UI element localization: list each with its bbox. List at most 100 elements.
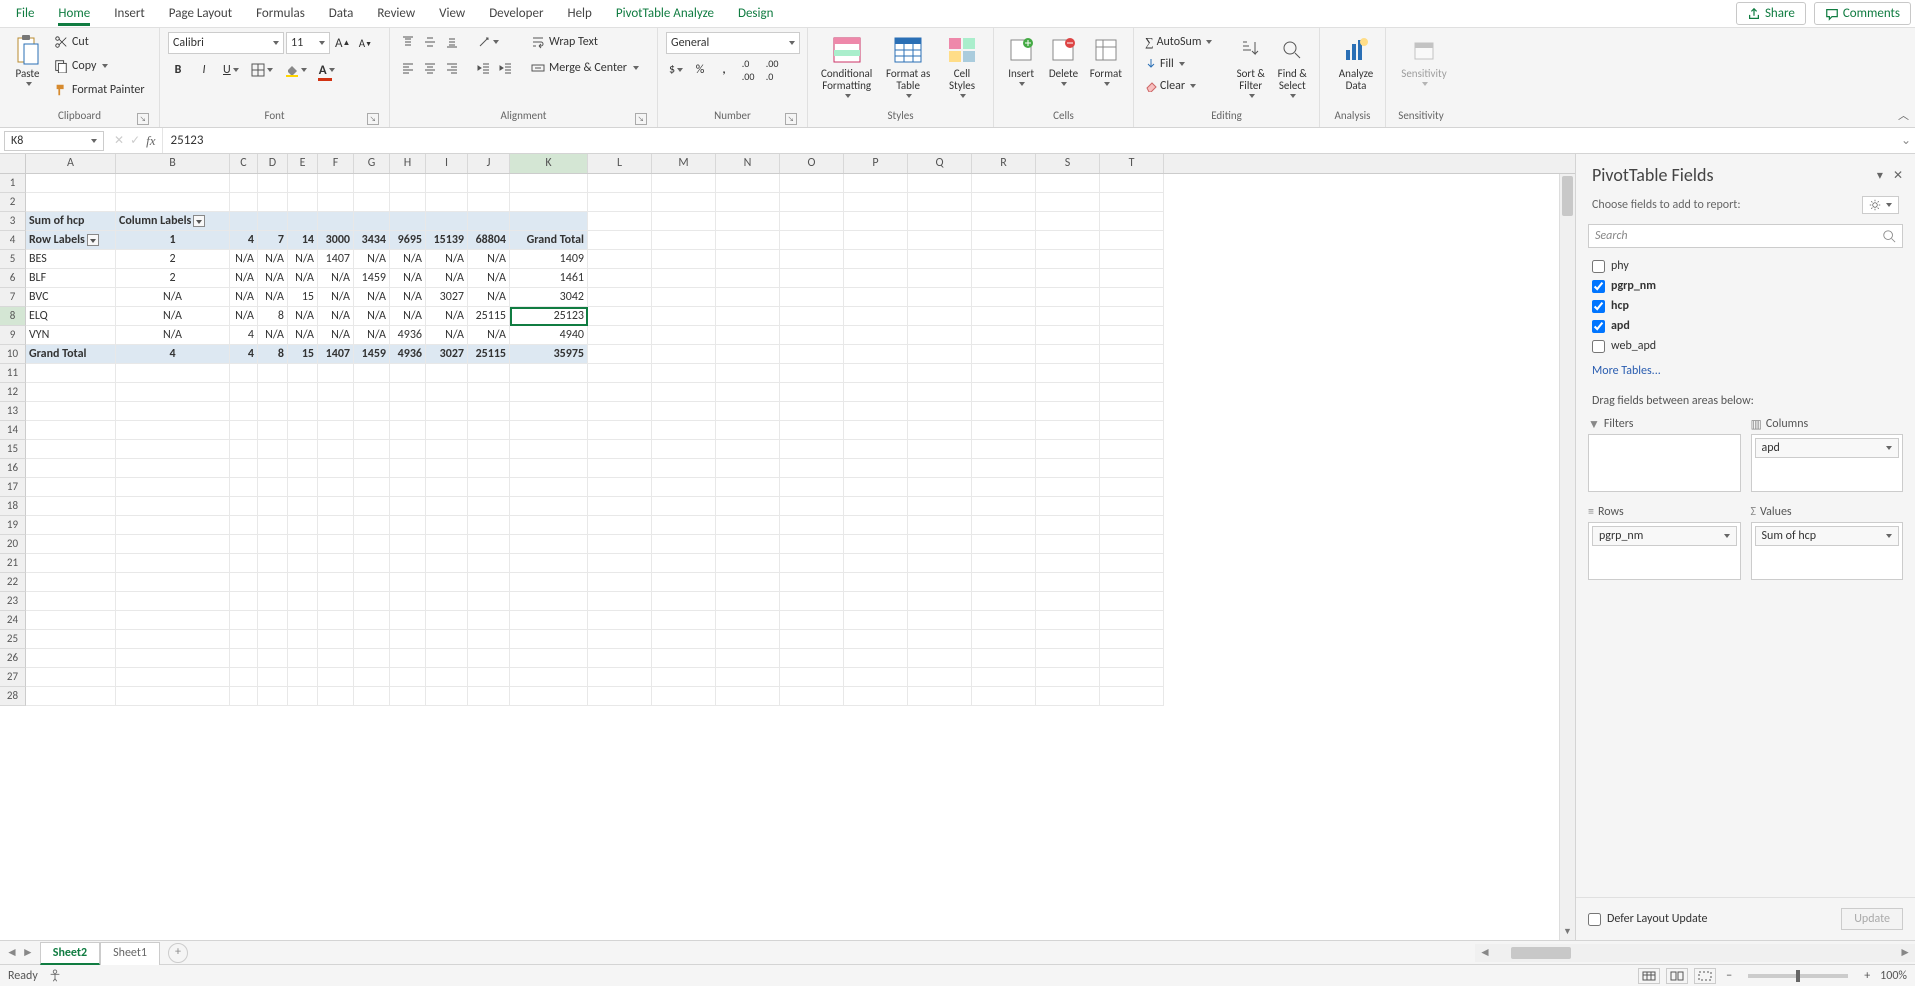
cell-L21[interactable] [588,554,652,573]
cell-D11[interactable] [258,364,288,383]
field-pgrp_nm[interactable]: pgrp_nm [1592,276,1899,296]
cell-L13[interactable] [588,402,652,421]
cell-M26[interactable] [652,649,716,668]
cell-P9[interactable] [844,326,908,345]
cell-O4[interactable] [780,231,844,250]
cell-M20[interactable] [652,535,716,554]
field-checkbox-web_apd[interactable] [1592,340,1605,353]
font-dialog-launcher[interactable]: ↘ [367,113,379,125]
cell-G2[interactable] [354,193,390,212]
cell-B1[interactable] [116,174,230,193]
cell-O2[interactable] [780,193,844,212]
cell-M16[interactable] [652,459,716,478]
cell-H24[interactable] [390,611,426,630]
cell-P7[interactable] [844,288,908,307]
cell-Q10[interactable] [908,345,972,364]
cell-I17[interactable] [426,478,468,497]
cell-D24[interactable] [258,611,288,630]
col-header-H[interactable]: H [390,154,426,173]
cell-Q2[interactable] [908,193,972,212]
cell-T26[interactable] [1100,649,1164,668]
cell-D9[interactable]: N/A [258,326,288,345]
col-header-F[interactable]: F [318,154,354,173]
cell-L6[interactable] [588,269,652,288]
cell-P20[interactable] [844,535,908,554]
cell-N16[interactable] [716,459,780,478]
cell-K10[interactable]: 35975 [510,345,588,364]
cell-G1[interactable] [354,174,390,193]
cell-O10[interactable] [780,345,844,364]
cell-T2[interactable] [1100,193,1164,212]
cell-M18[interactable] [652,497,716,516]
cell-S3[interactable] [1036,212,1100,231]
cell-O15[interactable] [780,440,844,459]
cell-N21[interactable] [716,554,780,573]
cell-A9[interactable]: VYN [26,326,116,345]
col-header-S[interactable]: S [1036,154,1100,173]
cell-C26[interactable] [230,649,258,668]
cell-P23[interactable] [844,592,908,611]
cell-H27[interactable] [390,668,426,687]
cell-N26[interactable] [716,649,780,668]
cell-J24[interactable] [468,611,510,630]
row-header-27[interactable]: 27 [0,668,26,687]
cell-C18[interactable] [230,497,258,516]
cell-I5[interactable]: N/A [426,250,468,269]
align-top-button[interactable] [398,32,418,52]
cell-L11[interactable] [588,364,652,383]
menu-tab-insert[interactable]: Insert [102,2,157,25]
row-header-24[interactable]: 24 [0,611,26,630]
cell-R12[interactable] [972,383,1036,402]
cell-R17[interactable] [972,478,1036,497]
cell-F8[interactable]: N/A [318,307,354,326]
cell-P19[interactable] [844,516,908,535]
cell-M14[interactable] [652,421,716,440]
cell-F18[interactable] [318,497,354,516]
cell-S13[interactable] [1036,402,1100,421]
vertical-scrollbar[interactable]: ▲ ▼ [1559,174,1575,940]
cell-M23[interactable] [652,592,716,611]
cell-Q19[interactable] [908,516,972,535]
cell-A8[interactable]: ELQ [26,307,116,326]
collapse-ribbon-button[interactable]: ︿ [1898,107,1909,123]
cell-N11[interactable] [716,364,780,383]
field-checkbox-phy[interactable] [1592,260,1605,273]
cell-A5[interactable]: BES [26,250,116,269]
pane-options-icon[interactable]: ▾ [1877,168,1883,183]
area-filters[interactable]: ▼Filters [1588,414,1741,492]
cell-L8[interactable] [588,307,652,326]
menu-tab-view[interactable]: View [427,2,477,25]
align-right-button[interactable] [442,58,462,78]
cell-F26[interactable] [318,649,354,668]
cell-J10[interactable]: 25115 [468,345,510,364]
cell-L19[interactable] [588,516,652,535]
cell-F28[interactable] [318,687,354,706]
cell-K15[interactable] [510,440,588,459]
col-header-Q[interactable]: Q [908,154,972,173]
cell-B8[interactable]: N/A [116,307,230,326]
more-tables-link[interactable]: More Tables... [1576,358,1915,384]
cell-G11[interactable] [354,364,390,383]
area-chip-sum-of-hcp[interactable]: Sum of hcp [1755,526,1900,546]
cell-P15[interactable] [844,440,908,459]
cell-T6[interactable] [1100,269,1164,288]
cell-F14[interactable] [318,421,354,440]
comments-button[interactable]: Comments [1814,2,1911,25]
cell-N24[interactable] [716,611,780,630]
increase-indent-button[interactable] [496,58,516,78]
cell-O28[interactable] [780,687,844,706]
cell-M27[interactable] [652,668,716,687]
cell-T20[interactable] [1100,535,1164,554]
copy-button[interactable]: Copy [51,56,151,76]
cell-A14[interactable] [26,421,116,440]
cell-Q25[interactable] [908,630,972,649]
cell-I20[interactable] [426,535,468,554]
cell-F11[interactable] [318,364,354,383]
cell-L14[interactable] [588,421,652,440]
cell-M13[interactable] [652,402,716,421]
cell-R26[interactable] [972,649,1036,668]
cell-C22[interactable] [230,573,258,592]
cell-C9[interactable]: 4 [230,326,258,345]
cell-B12[interactable] [116,383,230,402]
field-phy[interactable]: phy [1592,256,1899,276]
